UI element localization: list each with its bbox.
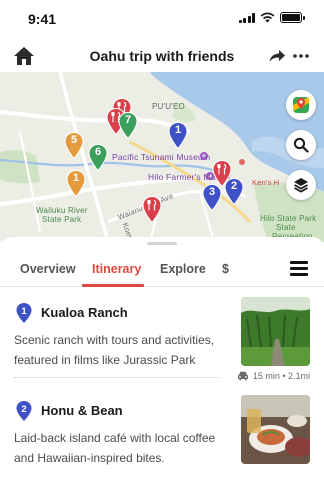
- tab-budget[interactable]: $: [222, 262, 229, 276]
- item-number: 1: [21, 306, 27, 317]
- numbered-map-pin[interactable]: 2: [224, 177, 244, 206]
- pin-number: 7: [124, 114, 132, 126]
- status-time: 9:41: [28, 11, 57, 27]
- home-button[interactable]: [12, 45, 36, 67]
- numbered-map-pin[interactable]: 3: [202, 183, 222, 212]
- pin-number: 2: [230, 180, 238, 192]
- item-title: Honu & Bean: [41, 403, 123, 418]
- map-label-wailuku: Wailuku River: [36, 206, 88, 215]
- map-label-hilo-state-park: Hilo State Park: [260, 214, 317, 223]
- tab-overview[interactable]: Overview: [20, 262, 76, 276]
- search-icon: [293, 137, 309, 153]
- fork-knife-icon: [142, 195, 162, 224]
- map-label-kens: Ken's H: [252, 178, 280, 187]
- status-icons: [238, 12, 305, 23]
- item-title: Kualoa Ranch: [41, 305, 128, 320]
- battery-icon: [280, 12, 305, 23]
- numbered-map-pin[interactable]: 1: [168, 121, 188, 150]
- item-description: Scenic ranch with tours and activities, …: [14, 333, 215, 367]
- item-number: 2: [21, 404, 26, 415]
- pin-number: 3: [208, 186, 216, 198]
- car-icon: [237, 371, 248, 381]
- page-title: Oahu trip with friends: [89, 48, 235, 64]
- restaurant-map-pin[interactable]: [142, 195, 162, 224]
- map-search-button[interactable]: [286, 130, 316, 160]
- more-button[interactable]: [292, 48, 310, 64]
- layers-icon: [294, 178, 308, 193]
- pin-number: 1: [72, 172, 80, 184]
- map-layers-button[interactable]: [286, 170, 316, 200]
- pin-number: 1: [174, 124, 182, 136]
- item-photo: [241, 297, 310, 366]
- menu-icon: [290, 261, 308, 264]
- item-number-badge: 1: [16, 303, 32, 323]
- open-in-maps-button[interactable]: [286, 90, 316, 120]
- item-description: Laid-back island café with local coffee …: [14, 431, 216, 465]
- tab-bar: Overview Itinerary Explore $: [0, 251, 324, 287]
- active-tab-indicator: [82, 284, 144, 287]
- item-divider: [14, 377, 220, 378]
- numbered-map-pin[interactable]: 6: [88, 143, 108, 172]
- numbered-map-pin[interactable]: 1: [66, 169, 86, 198]
- more-icon: [293, 54, 309, 58]
- pin-number: 5: [70, 134, 78, 146]
- numbered-map-pin[interactable]: 7: [118, 111, 138, 140]
- share-icon: [269, 50, 285, 62]
- map-label-state-park: State Park: [42, 215, 82, 224]
- item-photo: [241, 395, 310, 464]
- header: Oahu trip with friends: [0, 40, 324, 74]
- menu-button[interactable]: [290, 261, 308, 277]
- map-label-puueo: PU'U'EO: [152, 102, 185, 111]
- travel-info: 15 min • 2.1mi: [237, 371, 310, 381]
- maps-app-icon: [293, 97, 309, 113]
- share-button[interactable]: [268, 48, 286, 64]
- travel-text: 15 min • 2.1mi: [252, 371, 310, 381]
- home-icon: [14, 47, 34, 65]
- wifi-icon: [260, 12, 275, 23]
- map-label-state: State: [276, 223, 296, 232]
- numbered-map-pin[interactable]: 5: [64, 131, 84, 160]
- itinerary-sheet: Overview Itinerary Explore $ 1 Kualoa Ra…: [0, 237, 324, 480]
- tab-explore[interactable]: Explore: [160, 262, 206, 276]
- trip-map[interactable]: PU'U'EO Pacific Tsunami Museum Hilo Farm…: [0, 72, 324, 242]
- map-label-tsunami-museum: Pacific Tsunami Museum: [112, 152, 211, 162]
- signal-icon: [238, 12, 255, 23]
- status-bar: 9:41: [0, 0, 324, 36]
- sheet-grabber[interactable]: [147, 242, 177, 245]
- tab-itinerary[interactable]: Itinerary: [92, 262, 141, 276]
- pin-number: 6: [94, 146, 102, 158]
- item-number-badge: 2: [16, 401, 32, 421]
